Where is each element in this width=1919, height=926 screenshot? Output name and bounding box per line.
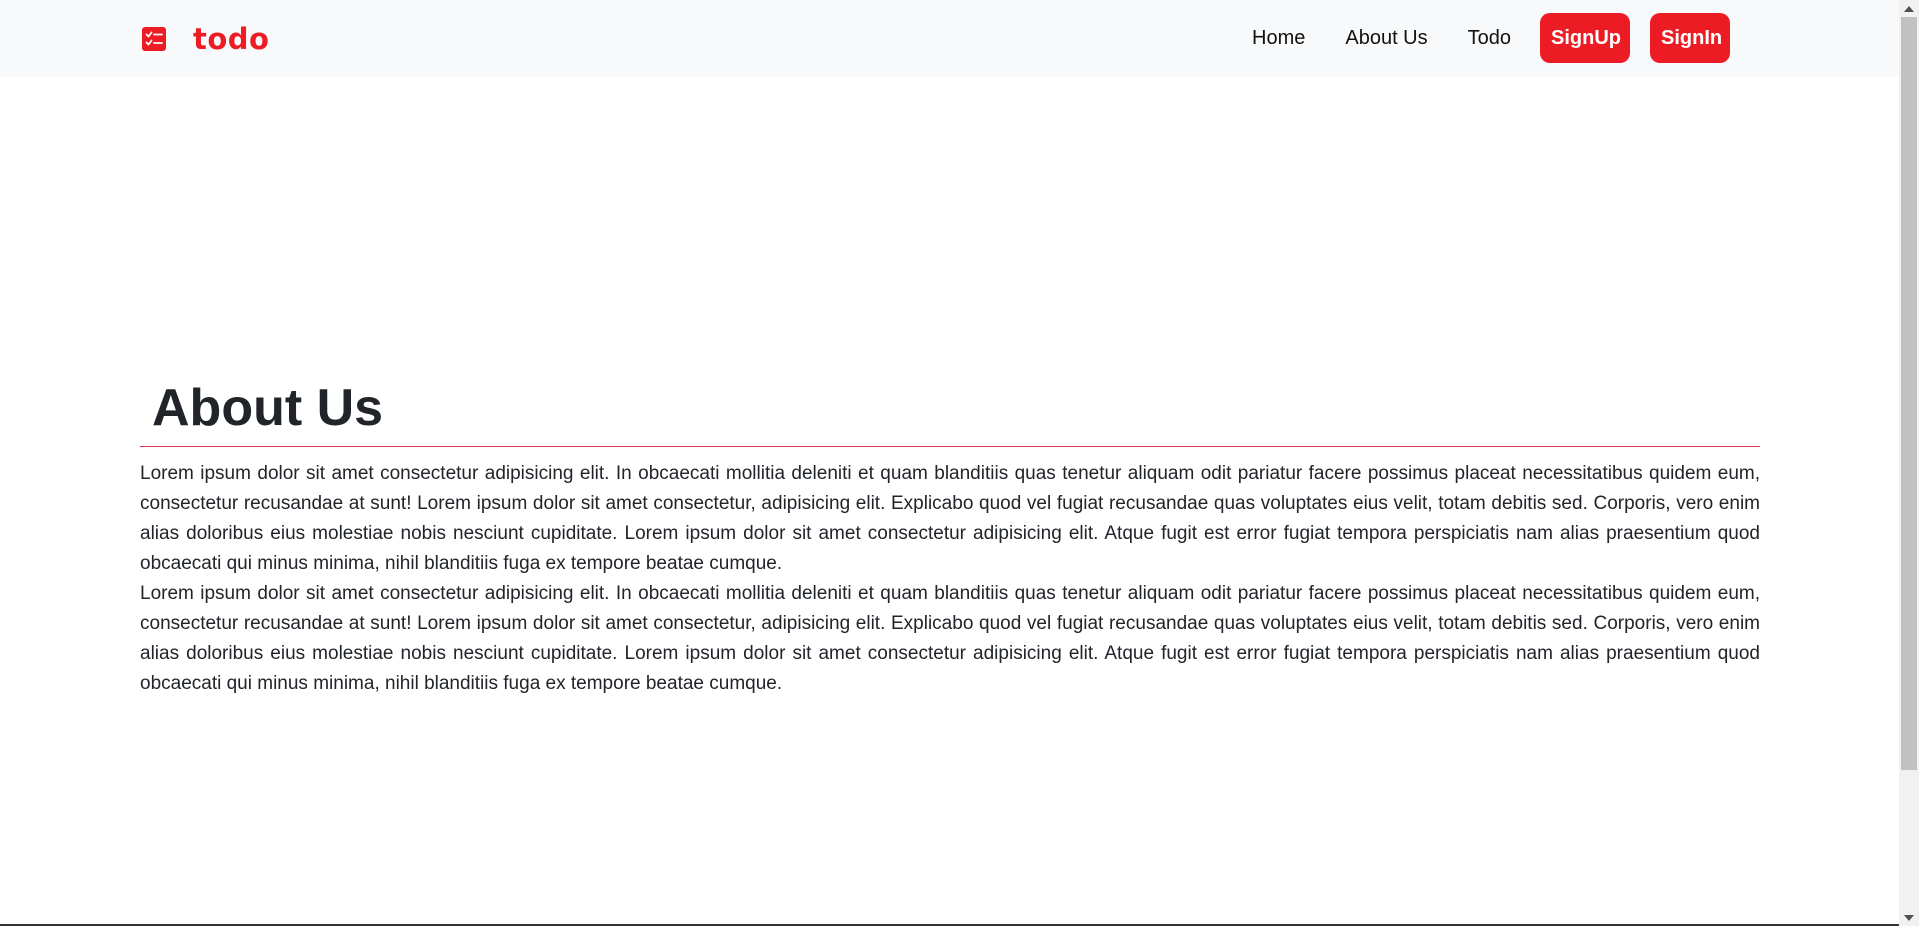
about-paragraph: Lorem ipsum dolor sit amet consectetur a… bbox=[140, 583, 1760, 694]
chevron-down-icon[interactable] bbox=[1899, 909, 1919, 926]
checklist-icon bbox=[140, 25, 168, 53]
nav-link-home[interactable]: Home bbox=[1252, 13, 1305, 63]
nav-link-about-us[interactable]: About Us bbox=[1345, 13, 1427, 63]
scrollbar-thumb[interactable] bbox=[1901, 17, 1917, 770]
signup-button[interactable]: SignUp bbox=[1540, 13, 1630, 63]
vertical-scrollbar[interactable] bbox=[1899, 0, 1919, 926]
chevron-up-icon[interactable] bbox=[1899, 0, 1919, 17]
navbar: todo Home About Us Todo SignUp SignIn bbox=[0, 0, 1899, 77]
page-title: About Us bbox=[152, 379, 384, 437]
nav-menu: Home About Us Todo SignUp SignIn bbox=[1252, 13, 1730, 63]
browser-viewport: todo Home About Us Todo SignUp SignIn Ab… bbox=[0, 0, 1919, 926]
title-divider bbox=[140, 446, 1760, 447]
brand-name: todo bbox=[193, 22, 270, 56]
brand-link[interactable]: todo bbox=[140, 20, 269, 58]
nav-link-todo[interactable]: Todo bbox=[1468, 13, 1511, 63]
signin-button[interactable]: SignIn bbox=[1650, 13, 1730, 63]
about-paragraph: Lorem ipsum dolor sit amet consectetur a… bbox=[140, 463, 1760, 574]
about-section: About Us Lorem ipsum dolor sit amet cons… bbox=[140, 370, 1760, 699]
